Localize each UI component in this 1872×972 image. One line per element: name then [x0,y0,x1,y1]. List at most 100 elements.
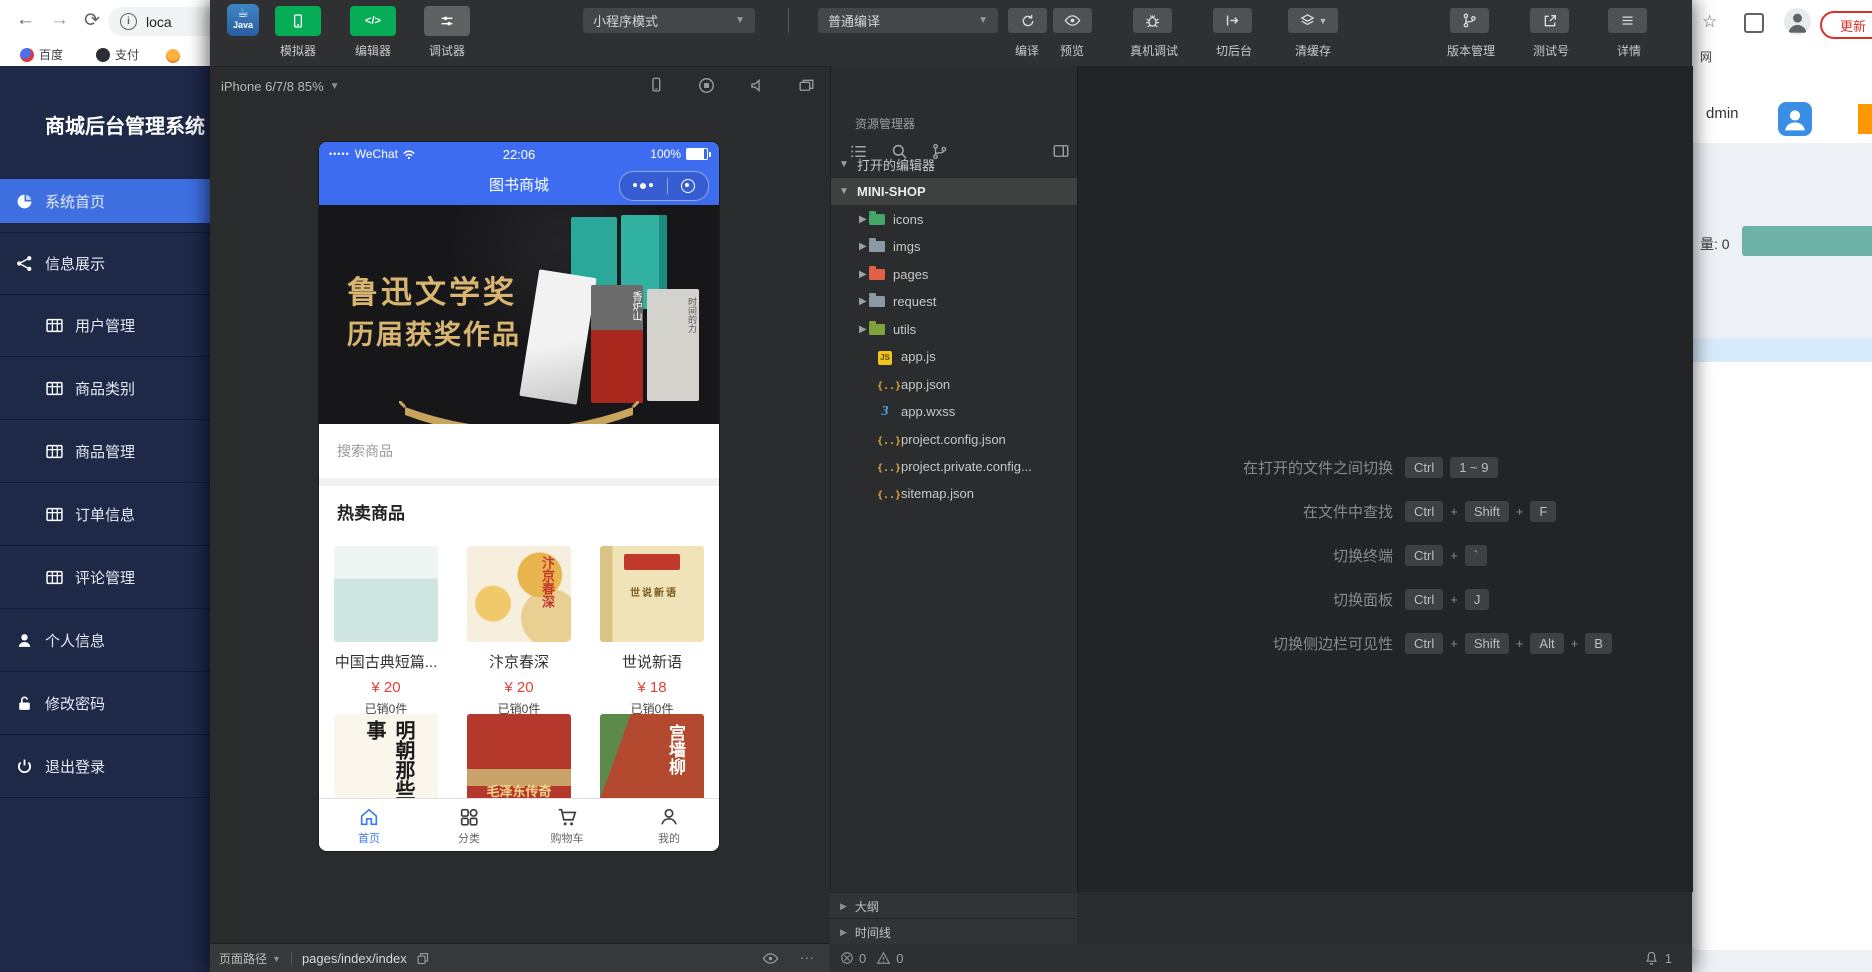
tree-file-sitemap[interactable]: {..} sitemap.json [831,480,1078,507]
json-file-icon: {..} [877,459,893,474]
bookmark-star-icon[interactable]: ☆ [1702,12,1717,32]
timeline-section[interactable]: ▶ 时间线 [830,918,1077,945]
record-icon[interactable] [697,76,716,95]
banner-book-red: 香炉山 [591,285,643,403]
more-options-icon[interactable]: ... [800,946,815,962]
sidebar-item-user-mgmt[interactable]: 用户管理 [0,303,210,347]
devtools-status-bar: 0 0 1 [830,944,1692,972]
warnings-icon [876,951,891,965]
tree-file-project-private-config[interactable]: {..} project.private.config... [831,453,1078,480]
tree-folder-imgs[interactable]: ▶ imgs [831,233,1078,260]
admin-avatar[interactable] [1778,102,1812,136]
switch-background-label: 切后台 [1199,42,1269,59]
tree-file-app-js[interactable]: JS app.js [831,343,1078,370]
screen: ← → ⟳ i loca ☆ 更新 百度 支付 网 商城后台管理系统 [0,0,1872,972]
error-count[interactable]: 0 [859,951,866,966]
sidebar-item-comments[interactable]: 评论管理 [0,555,210,599]
table-grid-icon [46,317,63,334]
device-selector[interactable]: iPhone 6/7/8 85% ▼ [221,79,340,94]
more-menu-icon[interactable] [633,183,653,189]
browser-back-icon[interactable]: ← [16,9,35,31]
sidebar-item-product-mgmt[interactable]: 商品管理 [0,429,210,473]
sidebar-item-orders[interactable]: 订单信息 [0,492,210,536]
phone-simulator: ••••• WeChat 22:06 100% 图书商城 鲁迅文学奖 历 [319,142,719,851]
keycap: Shift [1465,501,1509,522]
multi-window-icon[interactable] [797,76,816,95]
divider [0,294,210,295]
header-orange-button[interactable] [1858,104,1872,134]
tree-folder-utils[interactable]: ▶ utils [831,316,1078,343]
tab-home[interactable]: 首页 [339,806,399,846]
keycap: J [1465,589,1490,610]
banner-title-line2: 历届获奖作品 [347,313,521,352]
sidebar-item-profile[interactable]: 个人信息 [0,618,210,662]
tree-file-app-wxss[interactable]: 3 app.wxss [831,398,1078,425]
path-label[interactable]: 页面路径 [219,950,267,967]
preview-button[interactable] [1053,8,1092,33]
outline-section[interactable]: ▶ 大纲 [830,892,1077,919]
browser-profile-avatar[interactable] [1784,8,1811,35]
browser-extension-icon[interactable] [1744,13,1764,33]
mode-select[interactable]: 小程序模式 ▼ [583,8,755,33]
divider [788,8,789,33]
tab-category[interactable]: 分类 [439,806,499,846]
dashboard-pie-icon [16,193,33,210]
hot-products-section: 热卖商品 中国古典短篇... ¥ 20 已销0件 汴京春深 汴京春深 ¥ 20 … [319,486,719,851]
table-header-strip [1692,338,1872,362]
bookmark-zhifu[interactable]: 支付 [96,46,139,63]
tab-cart[interactable]: 购物车 [537,806,597,846]
chevron-down-icon[interactable]: ▼ [272,954,281,964]
search-bar[interactable]: 搜索商品 [319,424,719,478]
eye-icon[interactable] [762,950,779,967]
sidebar-item-category[interactable]: 商品类别 [0,366,210,410]
rotate-device-icon[interactable] [647,76,665,94]
tree-folder-pages[interactable]: ▶ pages [831,261,1078,288]
warning-count[interactable]: 0 [896,951,903,966]
explorer-title: 资源管理器 [855,115,915,132]
editor-toggle-button[interactable]: </> [350,6,396,36]
sidebar-item-logout[interactable]: 退出登录 [0,744,210,788]
browser-forward-icon[interactable]: → [50,9,69,31]
compile-mode-select[interactable]: 普通编译 ▼ [818,8,998,33]
bookmark-baidu[interactable]: 百度 [20,46,63,63]
copy-icon[interactable] [415,951,430,966]
minimize-target-icon[interactable] [681,179,695,193]
simulator-toggle-button[interactable] [275,6,321,36]
sidebar-item-info-display[interactable]: 信息展示 [0,241,210,285]
sound-icon[interactable] [748,76,767,95]
tree-file-app-json[interactable]: {..} app.json [831,371,1078,398]
browser-update-button[interactable]: 更新 [1820,11,1872,39]
debugger-toggle-button[interactable] [424,6,470,36]
divider [0,608,210,609]
details-button[interactable] [1608,8,1647,33]
tree-folder-icons[interactable]: ▶ icons [831,206,1078,233]
product-card[interactable]: 汴京春深 汴京春深 ¥ 20 已销0件 [453,546,585,717]
lion-bookmark-icon[interactable] [166,49,180,63]
home-banner[interactable]: 鲁迅文学奖 历届获奖作品 香炉山 时间的力 鲁迅文学奖是以中国新文化运动的伟大旗… [319,205,719,424]
product-card[interactable]: 中国古典短篇... ¥ 20 已销0件 [320,546,452,717]
bookmark-partial-label[interactable]: 网 [1700,48,1712,65]
tree-project-root[interactable]: ▼ MINI-SHOP [831,178,1078,205]
tree-folder-request[interactable]: ▶ request [831,288,1078,315]
current-page-path[interactable]: pages/index/index [302,951,407,966]
admin-panel-white [1692,362,1872,950]
keycap: Alt [1530,633,1563,654]
notifications[interactable]: 1 [1644,950,1672,966]
compile-button[interactable] [1008,8,1047,33]
json-file-icon: {..} [877,377,893,392]
clear-cache-button[interactable]: ▼ [1288,8,1338,33]
chevron-down-icon: ▼ [735,15,745,26]
product-card[interactable]: 世说新语 世说新语 ¥ 18 已销0件 [586,546,718,717]
sidebar-item-home[interactable]: 系统首页 [0,179,210,223]
tree-file-project-config[interactable]: {..} project.config.json [831,426,1078,453]
tab-me[interactable]: 我的 [639,806,699,846]
browser-refresh-icon[interactable]: ⟳ [84,9,100,32]
site-info-icon[interactable]: i [120,13,137,30]
debugger-label: 调试器 [412,42,482,59]
test-account-button[interactable] [1530,8,1569,33]
switch-background-button[interactable] [1213,8,1252,33]
tree-open-editors[interactable]: ▼ 打开的编辑器 [831,151,1078,178]
version-control-button[interactable] [1450,8,1489,33]
device-debug-button[interactable] [1133,8,1172,33]
sidebar-item-password[interactable]: 修改密码 [0,681,210,725]
